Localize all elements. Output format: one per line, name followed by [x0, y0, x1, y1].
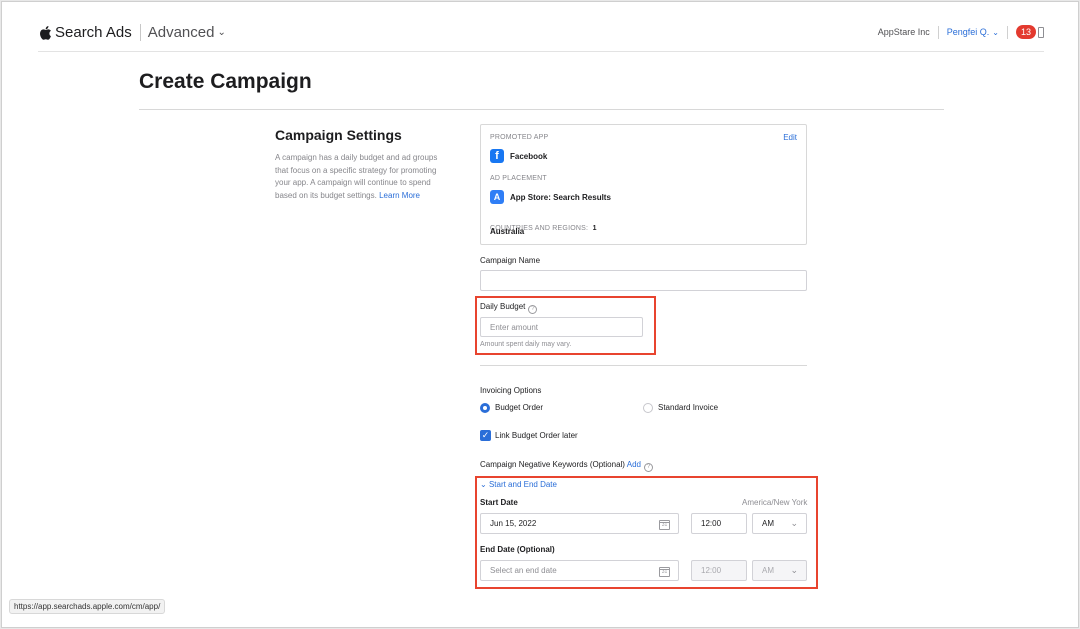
divider: [1006, 25, 1008, 39]
device-icon[interactable]: [1038, 26, 1044, 38]
start-time-input[interactable]: 12:00: [691, 513, 747, 534]
user-menu[interactable]: Pengfei Q.: [947, 27, 990, 37]
start-ampm-value: AM: [762, 519, 774, 528]
notification-badge[interactable]: 13: [1015, 25, 1036, 39]
section-description: A campaign has a daily budget and ad gro…: [275, 152, 450, 202]
page-title: Create Campaign: [139, 70, 312, 93]
mode-selector[interactable]: Advanced: [148, 24, 215, 41]
calendar-icon[interactable]: 31: [659, 567, 670, 577]
chevron-down-icon[interactable]: ⌄: [217, 27, 225, 38]
chevron-down-icon: ⌄: [790, 565, 798, 575]
divider: [480, 365, 807, 366]
chevron-down-icon[interactable]: ⌄: [992, 28, 999, 37]
campaign-summary-card: PROMOTED APP Edit f Facebook AD PLACEMEN…: [480, 124, 807, 245]
status-bar-url: https://app.searchads.apple.com/cm/app/: [9, 599, 166, 614]
start-date-input[interactable]: Jun 15, 2022 31: [480, 513, 679, 534]
countries-value: Australia: [490, 227, 525, 236]
calendar-icon[interactable]: 31: [659, 520, 670, 530]
add-negative-keywords-link[interactable]: Add: [627, 460, 641, 469]
start-ampm-select[interactable]: AM ⌄: [752, 513, 807, 534]
ad-placement: A App Store: Search Results: [490, 190, 611, 204]
app-store-icon: A: [490, 190, 504, 204]
negative-keywords-row: Campaign Negative Keywords (Optional) Ad…: [480, 460, 653, 472]
divider: [139, 109, 944, 110]
end-date-placeholder: Select an end date: [490, 566, 557, 575]
learn-more-link[interactable]: Learn More: [379, 191, 420, 200]
edit-link[interactable]: Edit: [783, 133, 797, 142]
end-ampm-value: AM: [762, 566, 774, 575]
start-time-value: 12:00: [701, 519, 722, 528]
daily-budget-placeholder: Enter amount: [490, 322, 539, 332]
promoted-app-caption: PROMOTED APP: [490, 134, 549, 141]
organization-name[interactable]: AppStare Inc: [878, 27, 930, 37]
app-window: Search Ads Advanced ⌄ AppStare Inc Pengf…: [1, 1, 1079, 628]
top-navigation-bar: Search Ads Advanced ⌄ AppStare Inc Pengf…: [38, 20, 1044, 52]
radio-budget-order[interactable]: [480, 403, 490, 413]
promoted-app: f Facebook: [490, 149, 547, 163]
brand-divider: [139, 24, 141, 41]
radio-label[interactable]: Budget Order: [495, 403, 543, 412]
radio-standard-invoice[interactable]: [643, 403, 653, 413]
divider: [937, 25, 939, 39]
end-date-label: End Date (Optional): [480, 545, 555, 554]
chevron-down-icon: ⌄: [480, 480, 487, 489]
help-icon[interactable]: ?: [528, 305, 538, 314]
daily-budget-input[interactable]: Enter amount: [480, 317, 643, 337]
chevron-down-icon: ⌄: [790, 518, 798, 528]
start-date-value: Jun 15, 2022: [490, 519, 537, 528]
daily-budget-label: Daily Budget?: [480, 302, 538, 314]
app-name: Facebook: [510, 151, 548, 161]
start-date-label: Start Date: [480, 498, 518, 507]
toggle-label: Start and End Date: [488, 480, 557, 489]
end-time-input: 12:00: [691, 560, 747, 581]
checkbox-label[interactable]: Link Budget Order later: [495, 431, 578, 440]
brand-name: Search Ads: [55, 24, 132, 41]
campaign-name-label: Campaign Name: [480, 256, 541, 265]
end-time-value: 12:00: [701, 566, 722, 575]
radio-label[interactable]: Standard Invoice: [658, 403, 718, 412]
timezone-label: America/New York: [742, 498, 808, 507]
start-end-date-toggle[interactable]: ⌄ Start and End Date: [480, 480, 557, 489]
negative-keywords-label: Campaign Negative Keywords (Optional): [480, 460, 625, 469]
end-ampm-select: AM ⌄: [752, 560, 807, 581]
end-date-input[interactable]: Select an end date 31: [480, 560, 679, 581]
daily-budget-label-text: Daily Budget: [480, 302, 526, 311]
ad-placement-caption: AD PLACEMENT: [490, 175, 547, 182]
section-heading: Campaign Settings: [275, 127, 402, 143]
brand[interactable]: Search Ads Advanced ⌄: [38, 24, 226, 41]
facebook-icon: f: [490, 149, 504, 163]
apple-logo-icon: [40, 25, 51, 40]
help-icon[interactable]: ?: [643, 463, 653, 472]
daily-budget-hint: Amount spent daily may vary.: [480, 341, 572, 348]
invoicing-label: Invoicing Options: [480, 386, 542, 395]
account-area: AppStare Inc Pengfei Q. ⌄ 13: [878, 25, 1044, 39]
campaign-name-input[interactable]: [480, 270, 807, 291]
countries-count: 1: [592, 225, 597, 232]
link-later-checkbox[interactable]: ✓: [480, 430, 491, 441]
ad-placement-value: App Store: Search Results: [510, 192, 611, 202]
